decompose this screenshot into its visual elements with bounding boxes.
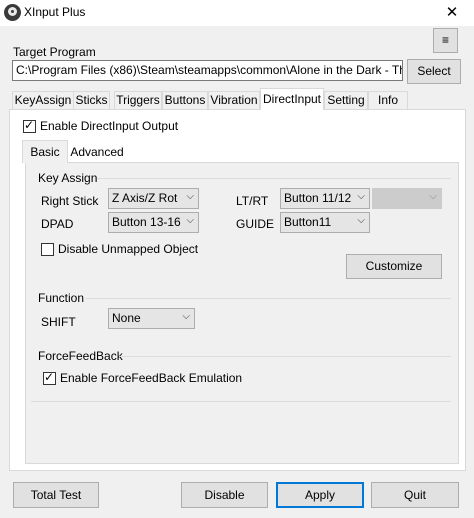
subtab-basic[interactable]: Basic [22,140,68,163]
enable-directinput-checkbox[interactable] [23,118,36,133]
target-program-input[interactable]: C:\Program Files (x86)\Steam\steamapps\c… [12,60,403,81]
key-assign-group-label: Key Assign [38,171,98,185]
forcefeedback-emulation-label: Enable ForceFeedBack Emulation [60,371,243,385]
forcefeedback-group-label: ForceFeedBack [38,349,123,363]
chevron-down-icon: ⌵ [357,191,365,202]
right-stick-select[interactable]: Z Axis/Z Rot ⌵ [108,188,199,209]
disable-button[interactable]: Disable [181,482,268,508]
chevron-down-icon: ⌵ [186,191,194,202]
apply-button[interactable]: Apply [276,482,364,508]
chevron-down-icon: ⌵ [186,215,194,226]
tab-directinput[interactable]: DirectInput [260,88,324,110]
ltrt-value: Button 11/12 [284,191,352,205]
shift-value: None [112,311,141,325]
menu-button[interactable]: ≡ [433,28,458,53]
disable-unmapped-checkbox[interactable] [41,243,54,256]
guide-value: Button11 [284,215,332,229]
guide-select[interactable]: Button11 ⌵ [280,212,370,233]
chevron-down-icon: ⌵ [429,191,437,202]
group-divider [97,178,451,179]
ltrt-label: LT/RT [236,194,269,208]
window-title: XInput Plus [24,5,86,19]
disable-unmapped-label: Disable Unmapped Object [58,242,199,256]
select-button[interactable]: Select [407,59,461,84]
gamepad-icon [4,4,21,21]
ltrt-extra-select: ⌵ [372,188,442,209]
chevron-down-icon: ⌵ [357,215,365,226]
dpad-value: Button 13-16 [112,215,181,229]
shift-select[interactable]: None ⌵ [108,308,195,329]
guide-label: GUIDE [236,217,275,231]
group-divider [86,298,451,299]
dpad-label: DPAD [41,217,74,231]
target-program-label: Target Program [13,45,96,59]
close-icon[interactable]: ✕ [430,0,474,26]
tab-buttons[interactable]: Buttons [162,91,208,109]
group-divider [31,401,451,402]
tab-triggers[interactable]: Triggers [114,91,162,109]
right-stick-label: Right Stick [41,194,99,208]
customize-button[interactable]: Customize [346,254,442,279]
enable-directinput-label: Enable DirectInput Output [40,119,179,133]
tab-setting[interactable]: Setting [324,91,368,109]
right-stick-value: Z Axis/Z Rot [112,191,178,205]
tab-info[interactable]: Info [368,91,408,109]
tab-sticks[interactable]: Sticks [73,91,110,109]
tab-vibration[interactable]: Vibration [208,91,260,109]
group-divider [119,356,451,357]
quit-button[interactable]: Quit [371,482,459,508]
tab-keyassign[interactable]: KeyAssign [12,91,74,109]
dpad-select[interactable]: Button 13-16 ⌵ [108,212,199,233]
chevron-down-icon: ⌵ [182,311,190,322]
shift-label: SHIFT [41,315,76,329]
total-test-button[interactable]: Total Test [13,482,99,508]
forcefeedback-emulation-checkbox[interactable] [43,370,56,385]
ltrt-select[interactable]: Button 11/12 ⌵ [280,188,370,209]
function-group-label: Function [38,291,85,305]
subtab-advanced[interactable]: Advanced [68,143,126,162]
